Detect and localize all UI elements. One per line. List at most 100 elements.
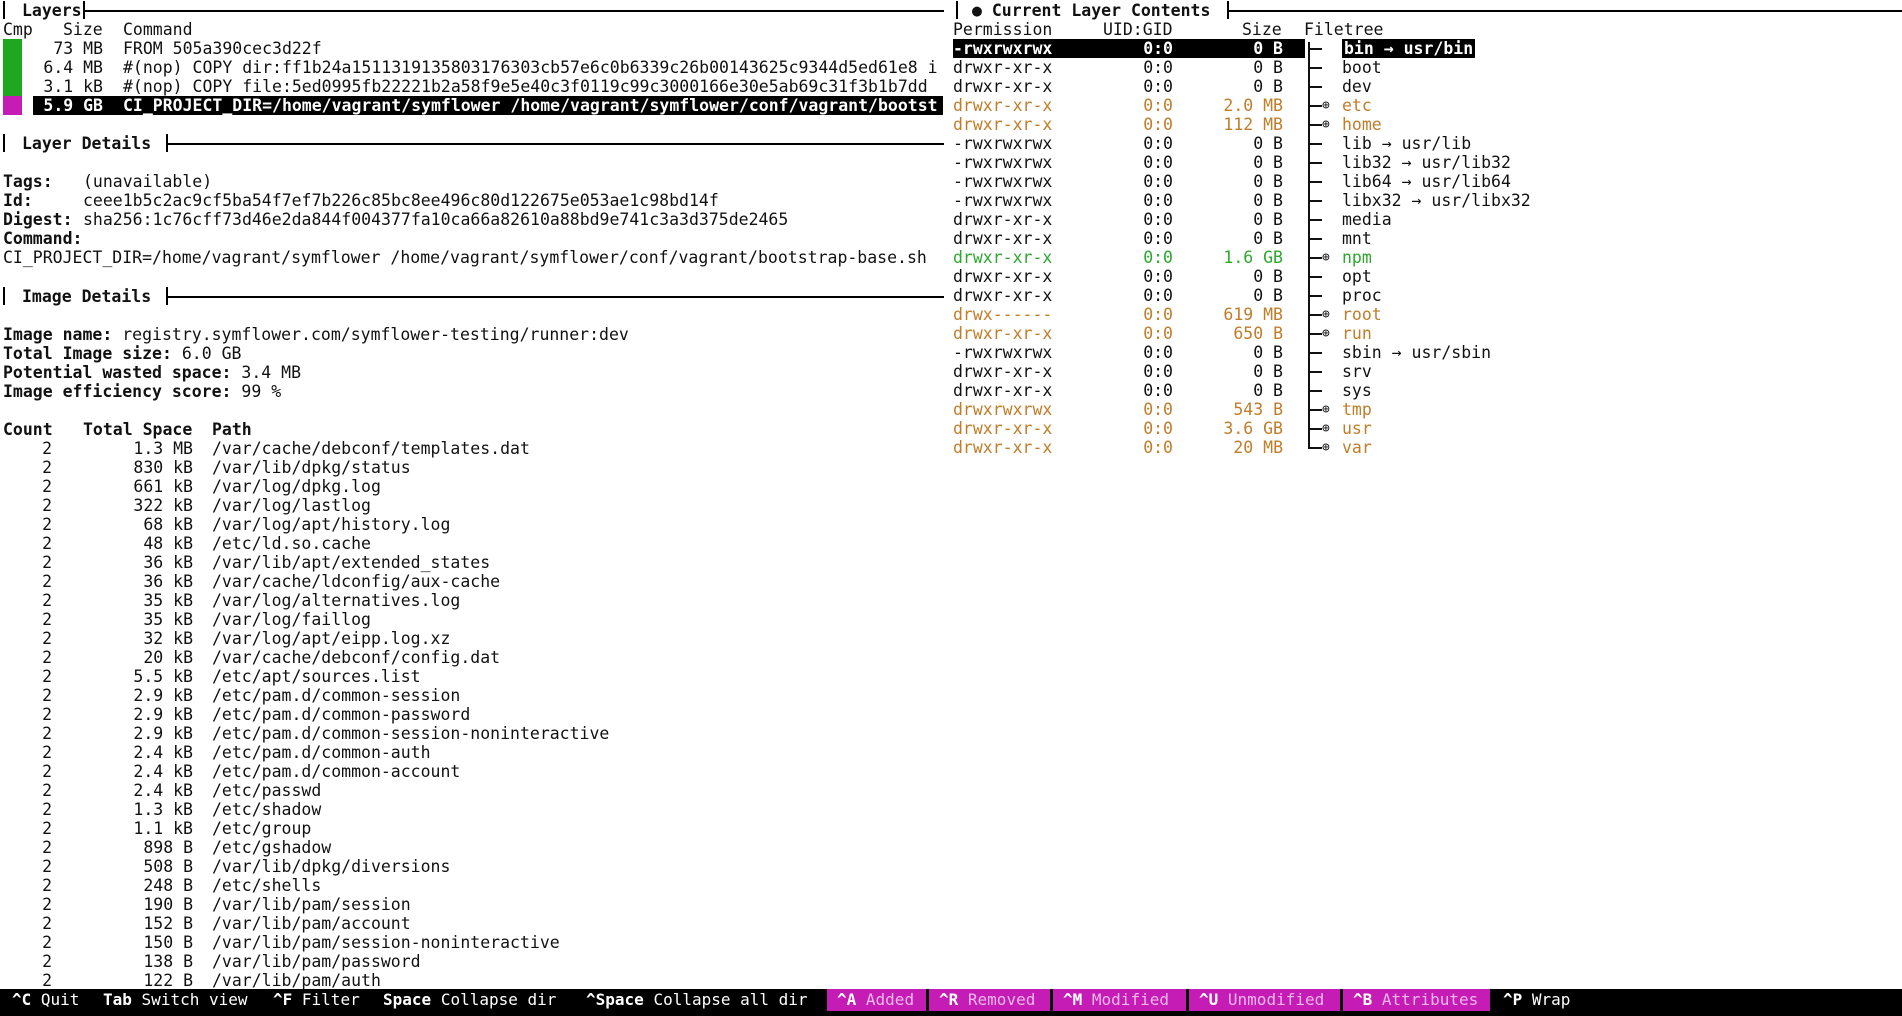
filetree-row[interactable]: drwxr-xr-x 0:0 112 MB ⊕ home (0, 115, 1902, 134)
expand-dir-icon[interactable]: ⊕ (1322, 419, 1330, 438)
table-row: 2 2.4 kB/etc/passwd (0, 781, 1902, 800)
keybinding-removed[interactable]: ^R Removed (929, 989, 1050, 1011)
file-name[interactable]: mnt (1342, 229, 1372, 248)
filetree-row[interactable]: drwxr-xr-x 0:0 0 B sys (0, 381, 1902, 400)
keybinding-collapse-all-dir[interactable]: ^Space Collapse all dir (576, 989, 824, 1011)
tree-branch-line (1308, 219, 1322, 221)
waste-count: 2 (42, 648, 52, 667)
keybinding-key: ^B (1353, 990, 1373, 1009)
filetree-row[interactable]: drwxr-xr-x 0:0 2.0 MB ⊕ etc (0, 96, 1902, 115)
file-name[interactable]: root (1342, 305, 1382, 324)
file-name[interactable]: sys (1342, 381, 1372, 400)
filetree-row[interactable]: drwxr-xr-x 0:0 0 B media (0, 210, 1902, 229)
file-name[interactable]: home (1342, 115, 1382, 134)
file-name[interactable]: proc (1342, 286, 1382, 305)
file-name[interactable]: srv (1342, 362, 1372, 381)
filetree-row[interactable]: -rwxrwxrwx 0:0 0 Bbin → usr/bin (0, 39, 1902, 58)
waste-space: 190 B (143, 895, 193, 914)
expand-dir-icon[interactable]: ⊕ (1322, 438, 1330, 457)
filetree-row[interactable]: drwxr-xr-x 0:0 3.6 GB ⊕ usr (0, 419, 1902, 438)
expand-dir-icon[interactable]: ⊕ (1322, 324, 1330, 343)
keybinding-collapse-dir[interactable]: Space Collapse dir (373, 989, 573, 1011)
table-row: 2 35 kB/var/log/alternatives.log (0, 591, 1902, 610)
filetree-row[interactable]: drwxr-xr-x 0:0 0 B dev (0, 77, 1902, 96)
file-permission: -rwxrwxrwx (953, 134, 1053, 153)
file-uid-gid: 0:0 (1143, 305, 1173, 324)
filetree-row[interactable]: drwxr-xr-x 0:0 0 B proc (0, 286, 1902, 305)
tree-branch-line (1308, 48, 1322, 50)
filetree-row[interactable]: drwxr-xr-x 0:0 0 B mnt (0, 229, 1902, 248)
waste-path: /var/log/alternatives.log (212, 591, 461, 610)
waste-space: 248 B (143, 876, 193, 895)
filetree-row[interactable]: drwxrwxrwx 0:0 543 B ⊕ tmp (0, 400, 1902, 419)
file-size: 0 B (1253, 210, 1283, 229)
file-name[interactable]: bin → usr/bin (1342, 39, 1476, 58)
keybinding-unmodified[interactable]: ^U Unmodified (1189, 989, 1340, 1011)
waste-count: 2 (42, 743, 52, 762)
file-permission: -rwxrwxrwx (953, 172, 1053, 191)
waste-count: 2 (42, 610, 52, 629)
file-size: 0 B (1253, 39, 1283, 58)
file-name[interactable]: sbin → usr/sbin (1342, 343, 1491, 362)
waste-count: 2 (42, 496, 52, 515)
filetree-row[interactable]: -rwxrwxrwx 0:0 0 B lib64 → usr/lib64 (0, 172, 1902, 191)
waste-count: 2 (42, 705, 52, 724)
filetree-row[interactable]: -rwxrwxrwx 0:0 0 B lib32 → usr/lib32 (0, 153, 1902, 172)
file-name[interactable]: tmp (1342, 400, 1372, 419)
waste-count: 2 (42, 838, 52, 857)
file-name[interactable]: lib32 → usr/lib32 (1342, 153, 1511, 172)
file-name[interactable]: etc (1342, 96, 1372, 115)
file-size: 2.0 MB (1223, 96, 1283, 115)
file-size: 650 B (1233, 324, 1283, 343)
tree-branch-line (1308, 162, 1322, 164)
filetree-row[interactable]: drwxr-xr-x 0:0 20 MB ⊕ var (0, 438, 1902, 457)
keybinding-added[interactable]: ^A Added (827, 989, 926, 1011)
keybinding-quit[interactable]: ^C Quit (2, 989, 90, 1011)
file-name[interactable]: var (1342, 438, 1372, 457)
file-name[interactable]: media (1342, 210, 1392, 229)
filetree-row[interactable]: drwxr-xr-x 0:0 0 B boot (0, 58, 1902, 77)
keybinding-filter[interactable]: ^F Filter (263, 989, 370, 1011)
keybinding-modified[interactable]: ^M Modified (1053, 989, 1186, 1011)
keybinding-label: Collapse dir (440, 990, 557, 1009)
keybinding-label: Unmodified (1227, 990, 1325, 1009)
file-permission: drwxr-xr-x (953, 96, 1053, 115)
file-name[interactable]: libx32 → usr/libx32 (1342, 191, 1531, 210)
keybinding-attributes[interactable]: ^B Attributes (1343, 989, 1490, 1011)
waste-space: 2.9 kB (133, 705, 193, 724)
file-name[interactable]: lib → usr/lib (1342, 134, 1471, 153)
file-size: 0 B (1253, 381, 1283, 400)
file-name[interactable]: dev (1342, 77, 1372, 96)
file-size: 0 B (1253, 58, 1283, 77)
expand-dir-icon[interactable]: ⊕ (1322, 305, 1330, 324)
file-name[interactable]: run (1342, 324, 1372, 343)
file-name[interactable]: usr (1342, 419, 1372, 438)
expand-dir-icon[interactable]: ⊕ (1322, 115, 1330, 134)
file-permission: drwxr-xr-x (953, 286, 1053, 305)
file-name[interactable]: opt (1342, 267, 1372, 286)
contents-header-uid: UID:GID (1103, 20, 1173, 39)
filetree-row[interactable]: drwxr-xr-x 0:0 1.6 GB ⊕ npm (0, 248, 1902, 267)
filetree-row[interactable]: drwx------ 0:0 619 MB ⊕ root (0, 305, 1902, 324)
keybinding-switch-view[interactable]: Tab Switch view (93, 989, 260, 1011)
file-size: 20 MB (1233, 438, 1283, 457)
filetree-row[interactable]: -rwxrwxrwx 0:0 0 B sbin → usr/sbin (0, 343, 1902, 362)
expand-dir-icon[interactable]: ⊕ (1322, 248, 1330, 267)
file-name[interactable]: boot (1342, 58, 1382, 77)
waste-path: /etc/pam.d/common-session-noninteractive (212, 724, 610, 743)
filetree-row[interactable]: -rwxrwxrwx 0:0 0 B libx32 → usr/libx32 (0, 191, 1902, 210)
file-permission: drwxr-xr-x (953, 77, 1053, 96)
filetree-row[interactable]: -rwxrwxrwx 0:0 0 B lib → usr/lib (0, 134, 1902, 153)
file-size: 0 B (1253, 362, 1283, 381)
filetree-row[interactable]: drwxr-xr-x 0:0 0 B opt (0, 267, 1902, 286)
expand-dir-icon[interactable]: ⊕ (1322, 96, 1330, 115)
filetree-row[interactable]: drwxr-xr-x 0:0 650 B ⊕ run (0, 324, 1902, 343)
file-size: 0 B (1253, 77, 1283, 96)
waste-space: 150 B (143, 933, 193, 952)
file-name[interactable]: lib64 → usr/lib64 (1342, 172, 1511, 191)
file-name[interactable]: npm (1342, 248, 1372, 267)
keybinding-wrap[interactable]: ^P Wrap (1493, 989, 1580, 1011)
filetree-row[interactable]: drwxr-xr-x 0:0 0 B srv (0, 362, 1902, 381)
file-size: 619 MB (1223, 305, 1283, 324)
expand-dir-icon[interactable]: ⊕ (1322, 400, 1330, 419)
